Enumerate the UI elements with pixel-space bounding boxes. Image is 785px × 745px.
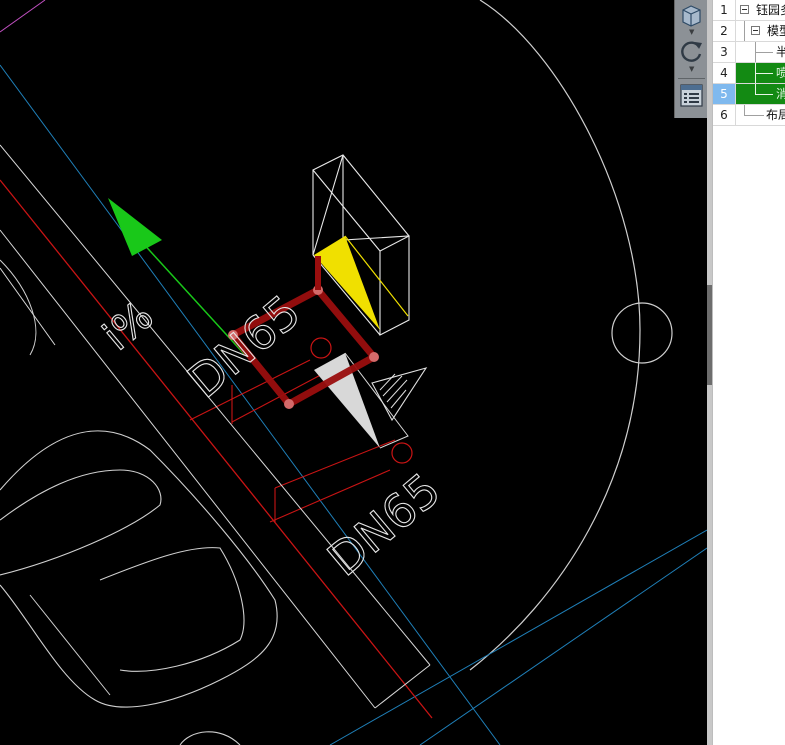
axis-line-blue-main [0, 64, 501, 745]
tree-connector [755, 84, 756, 94]
grip-node-3[interactable] [369, 352, 379, 362]
car-wheel [179, 731, 241, 745]
view-toolbar: ▼ ▼ [674, 0, 707, 118]
yellow-gizmo-face[interactable] [314, 236, 380, 330]
outline-2 [0, 229, 376, 709]
tree-row-selected[interactable]: 5 消 [713, 84, 785, 105]
slope-label: i% [95, 293, 162, 360]
column-circle [611, 302, 673, 364]
tree-row[interactable]: 3 半 [713, 42, 785, 63]
tree-connector [755, 52, 773, 53]
green-axis-arrow-icon[interactable] [108, 198, 162, 256]
row-number: 4 [713, 63, 736, 83]
cad-viewport[interactable]: DN65 DN65 i% ▼ ▼ [0, 0, 707, 745]
tree-connector [744, 105, 745, 115]
sprinkler-head-2 [391, 442, 413, 464]
tree-item-label: 布局 [766, 108, 785, 122]
tree-item-label: 模型 [767, 24, 785, 38]
view-properties-icon[interactable] [678, 82, 705, 109]
tree-cell[interactable]: 半 [736, 42, 785, 62]
axis-line-blue-cross [329, 529, 707, 745]
project-tree-panel: 1 钰园多 2 模型 3 半 4 喷 5 消 [712, 0, 785, 745]
toolbar-separator [678, 78, 705, 79]
chevron-down-icon[interactable]: ▼ [689, 66, 694, 73]
car-line [29, 594, 111, 696]
tree-connector [744, 115, 764, 116]
row-number: 6 [713, 105, 736, 125]
boundary-arc [469, 0, 641, 671]
row-number: 5 [713, 84, 736, 104]
tree-connector [744, 21, 745, 41]
white-gizmo-face[interactable] [314, 353, 380, 448]
collapse-icon[interactable] [751, 26, 760, 35]
tree-cell-highlighted[interactable]: 消 [736, 84, 785, 104]
tree-row[interactable]: 1 钰园多 [713, 0, 785, 21]
corner-magenta-line [0, 0, 46, 33]
tree-cell[interactable]: 布局 [736, 105, 785, 125]
axis-line-blue-cross-2 [419, 547, 707, 745]
tree-cell[interactable]: 钰园多 [736, 0, 785, 20]
car-window [0, 469, 162, 576]
row-number: 2 [713, 21, 736, 41]
pipe-line-red [0, 179, 433, 719]
tree-cell[interactable]: 模型 [736, 21, 785, 41]
car-detail [99, 547, 245, 672]
view-cube-icon[interactable] [678, 2, 705, 29]
outline-3 [0, 267, 56, 346]
sprinkler-head-1 [310, 337, 332, 359]
tree-row[interactable]: 6 布局 [713, 105, 785, 126]
collapse-icon[interactable] [740, 5, 749, 14]
chevron-down-icon[interactable]: ▼ [689, 29, 694, 36]
tree-item-label: 喷 [776, 63, 785, 83]
tree-item-label: 消 [776, 84, 785, 104]
tree-row[interactable]: 2 模型 [713, 21, 785, 42]
tree-row[interactable]: 4 喷 [713, 63, 785, 84]
hatched-marker-icon [371, 367, 428, 422]
tree-connector [755, 73, 773, 74]
tree-item-label: 半 [776, 42, 785, 62]
cad-drawing-canvas[interactable]: DN65 DN65 i% [0, 0, 707, 745]
tree-connector [755, 94, 773, 95]
row-number: 3 [713, 42, 736, 62]
car-nose [0, 259, 37, 356]
tree-cell-highlighted[interactable]: 喷 [736, 63, 785, 83]
rotate-view-icon[interactable] [678, 38, 705, 65]
tree-item-label: 钰园多 [756, 3, 785, 17]
grip-node-4[interactable] [284, 399, 294, 409]
outline-cap [374, 664, 431, 709]
row-number: 1 [713, 0, 736, 20]
